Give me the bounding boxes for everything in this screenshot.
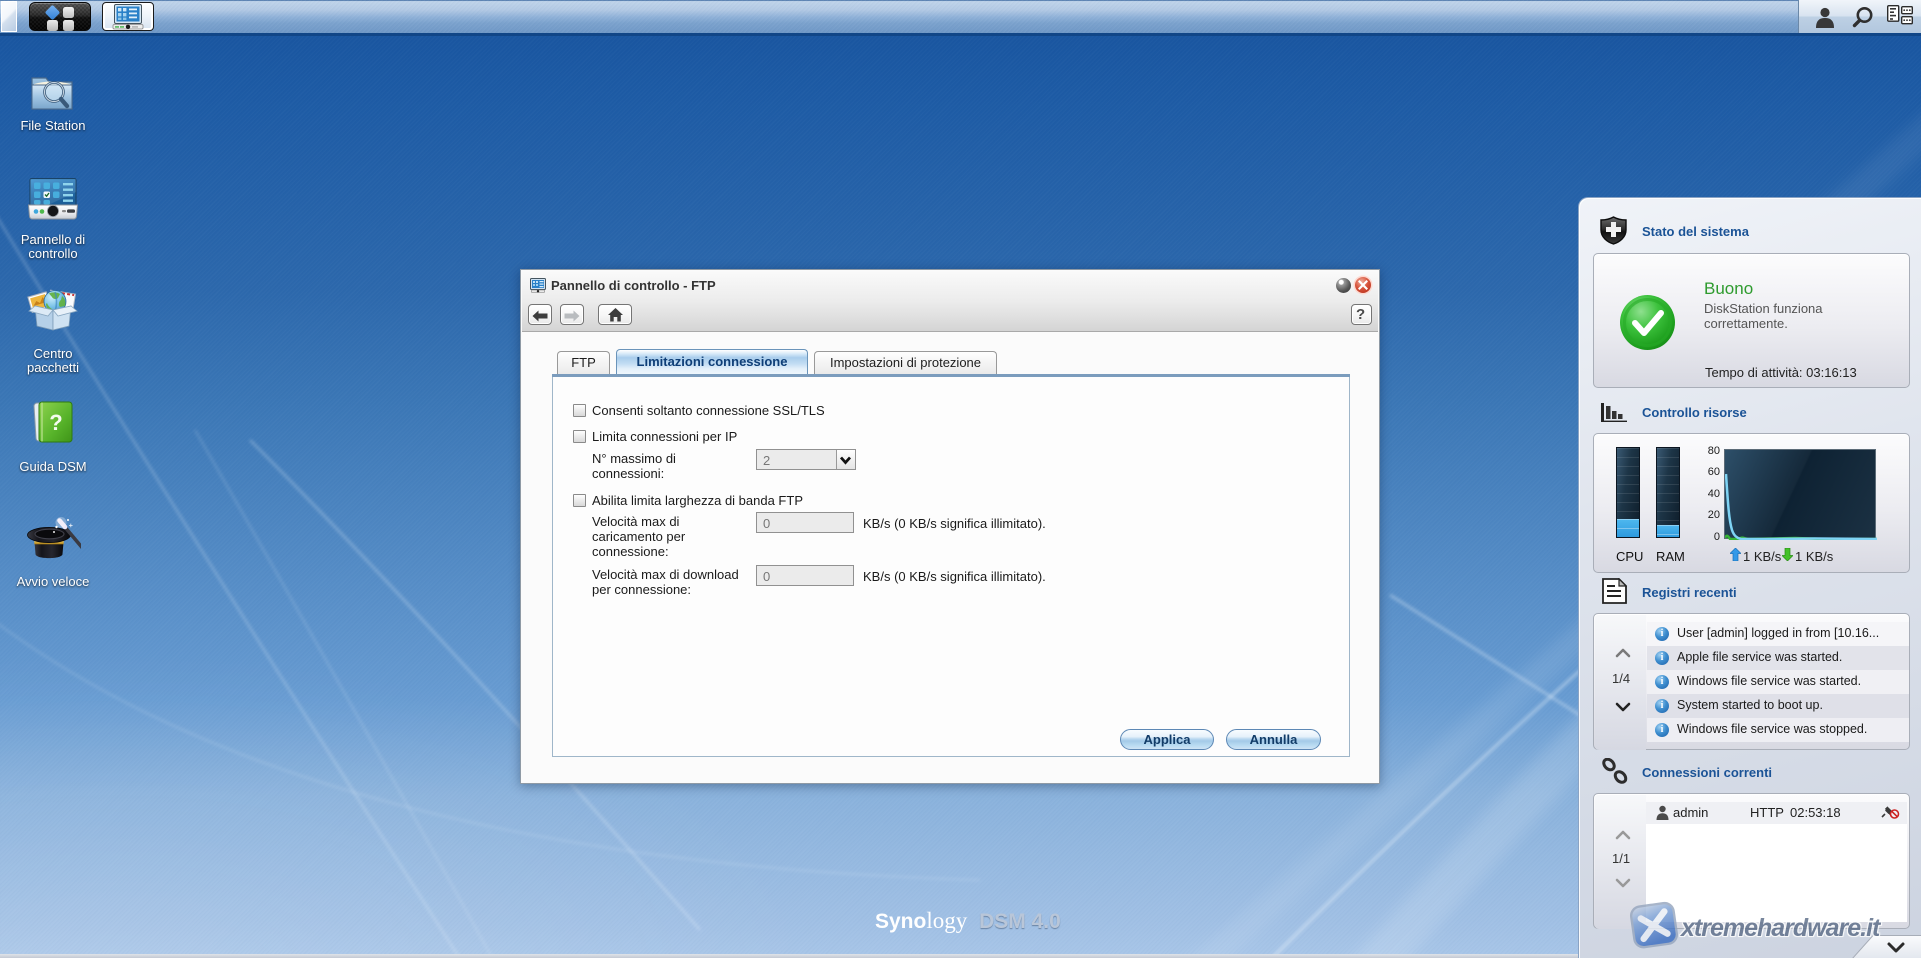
svg-text:?: ? <box>49 410 62 435</box>
